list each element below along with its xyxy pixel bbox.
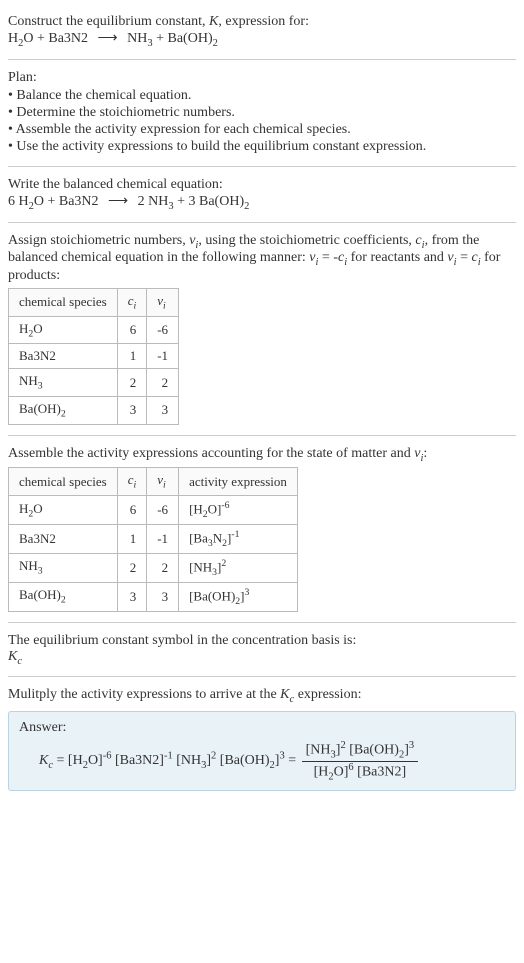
cell-ci: 1 [117, 344, 147, 369]
divider [8, 59, 516, 60]
cell-species: H2O [9, 316, 118, 344]
table-row: NH3 2 2 [9, 369, 179, 397]
cell-ci: 2 [117, 553, 147, 582]
plan-list: • Balance the chemical equation. • Deter… [8, 88, 516, 155]
plan-item: • Determine the stoichiometric numbers. [8, 105, 516, 121]
cell-vi: 2 [147, 553, 179, 582]
answer-expression: Kc = [H2O]-6 [Ba3N2]-1 [NH3]2 [Ba(OH)2]3… [19, 740, 505, 782]
cell-species: H2O [9, 495, 118, 524]
cell-ci: 3 [117, 396, 147, 424]
col-species: chemical species [9, 468, 118, 496]
plan-item: • Use the activity expressions to build … [8, 139, 516, 155]
multiply-text: Mulitply the activity expressions to arr… [8, 687, 516, 705]
activity-table: chemical species ci νi activity expressi… [8, 467, 298, 611]
cell-vi: -1 [147, 524, 179, 553]
table-row: H2O 6 -6 [9, 316, 179, 344]
col-species: chemical species [9, 289, 118, 317]
activity-section: Assemble the activity expressions accoun… [8, 440, 516, 618]
col-vi: νi [147, 289, 179, 317]
col-vi: νi [147, 468, 179, 496]
cell-ci: 6 [117, 495, 147, 524]
col-ci: ci [117, 468, 147, 496]
prompt-line1: Construct the equilibrium constant, K, e… [8, 14, 516, 30]
table-row: Ba(OH)2 3 3 [Ba(OH)2]3 [9, 582, 298, 611]
cell-vi: 2 [147, 369, 179, 397]
plan-item: • Assemble the activity expression for e… [8, 122, 516, 138]
cell-species: NH3 [9, 369, 118, 397]
cell-ci: 1 [117, 524, 147, 553]
cell-vi: 3 [147, 582, 179, 611]
answer-label: Answer: [19, 720, 505, 736]
divider [8, 435, 516, 436]
balanced-equation: 6 H2O + Ba3N2 ⟶ 2 NH3 + 3 Ba(OH)2 [8, 193, 516, 212]
cell-species: Ba3N2 [9, 344, 118, 369]
multiply-section: Mulitply the activity expressions to arr… [8, 681, 516, 797]
prompt-section: Construct the equilibrium constant, K, e… [8, 8, 516, 55]
cell-species: Ba3N2 [9, 524, 118, 553]
table-row: Ba3N2 1 -1 [Ba3N2]-1 [9, 524, 298, 553]
assign-section: Assign stoichiometric numbers, νi, using… [8, 227, 516, 431]
cell-activity: [Ba(OH)2]3 [179, 582, 298, 611]
activity-text: Assemble the activity expressions accoun… [8, 446, 516, 464]
cell-vi: -6 [147, 316, 179, 344]
table-row: H2O 6 -6 [H2O]-6 [9, 495, 298, 524]
table-row: NH3 2 2 [NH3]2 [9, 553, 298, 582]
symbol-kc: Kc [8, 649, 516, 667]
cell-vi: -1 [147, 344, 179, 369]
assign-text: Assign stoichiometric numbers, νi, using… [8, 233, 516, 285]
cell-species: NH3 [9, 553, 118, 582]
table-header-row: chemical species ci νi activity expressi… [9, 468, 298, 496]
table-row: Ba(OH)2 3 3 [9, 396, 179, 424]
balanced-title: Write the balanced chemical equation: [8, 177, 516, 193]
plan-item: • Balance the chemical equation. [8, 88, 516, 104]
symbol-text: The equilibrium constant symbol in the c… [8, 633, 516, 649]
frac-numerator: [NH3]2 [Ba(OH)2]3 [302, 740, 419, 761]
divider [8, 166, 516, 167]
cell-species: Ba(OH)2 [9, 582, 118, 611]
balanced-section: Write the balanced chemical equation: 6 … [8, 171, 516, 218]
cell-ci: 3 [117, 582, 147, 611]
cell-activity: [H2O]-6 [179, 495, 298, 524]
prompt-equation: H2O + Ba3N2 ⟶ NH3 + Ba(OH)2 [8, 30, 516, 49]
stoich-table: chemical species ci νi H2O 6 -6 Ba3N2 1 … [8, 288, 179, 424]
cell-activity: [NH3]2 [179, 553, 298, 582]
cell-vi: -6 [147, 495, 179, 524]
divider [8, 222, 516, 223]
cell-ci: 2 [117, 369, 147, 397]
cell-ci: 6 [117, 316, 147, 344]
table-row: Ba3N2 1 -1 [9, 344, 179, 369]
cell-activity: [Ba3N2]-1 [179, 524, 298, 553]
symbol-section: The equilibrium constant symbol in the c… [8, 627, 516, 673]
col-ci: ci [117, 289, 147, 317]
table-header-row: chemical species ci νi [9, 289, 179, 317]
cell-species: Ba(OH)2 [9, 396, 118, 424]
frac-denominator: [H2O]6 [Ba3N2] [302, 762, 419, 782]
cell-vi: 3 [147, 396, 179, 424]
plan-section: Plan: • Balance the chemical equation. •… [8, 64, 516, 162]
plan-title: Plan: [8, 70, 516, 86]
answer-box: Answer: Kc = [H2O]-6 [Ba3N2]-1 [NH3]2 [B… [8, 711, 516, 791]
col-activity: activity expression [179, 468, 298, 496]
answer-fraction: [NH3]2 [Ba(OH)2]3 [H2O]6 [Ba3N2] [302, 740, 419, 782]
divider [8, 676, 516, 677]
divider [8, 622, 516, 623]
